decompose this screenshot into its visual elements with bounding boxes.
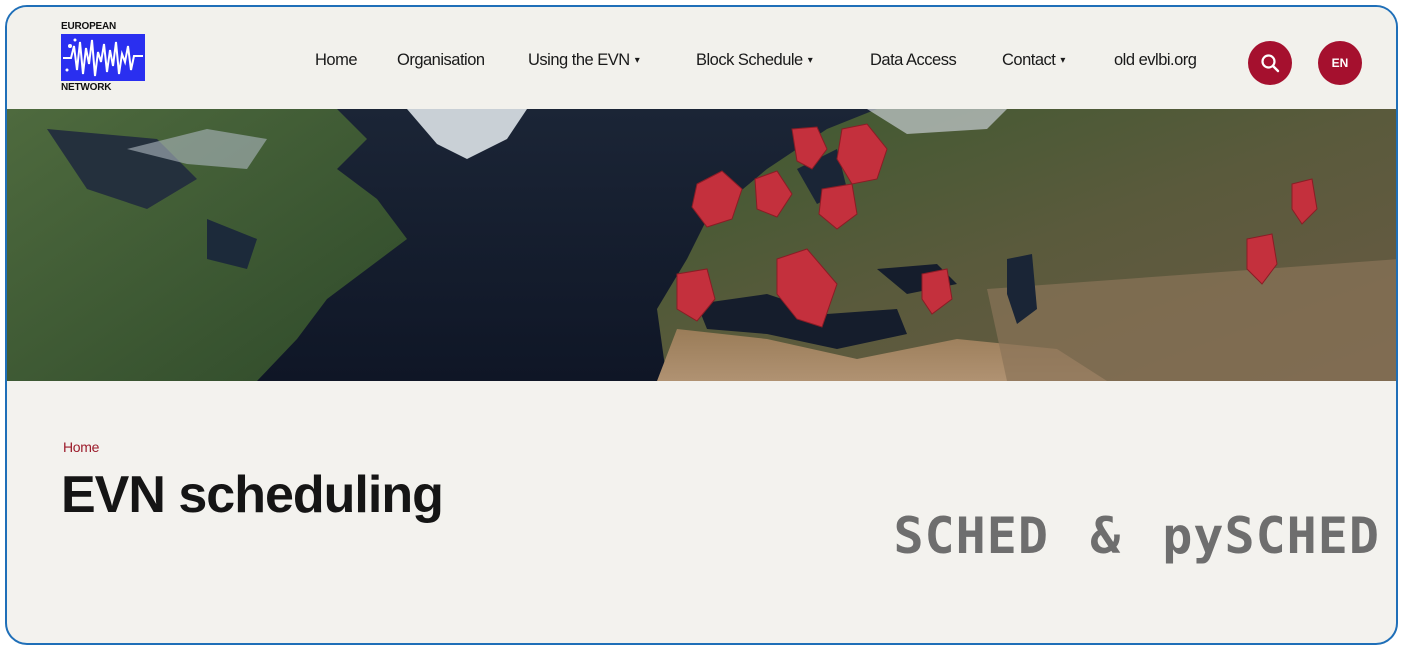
chevron-down-icon: ▾ <box>634 55 640 67</box>
nav-using-the-evn-label: Using the EVN <box>528 51 630 69</box>
page-title: EVN scheduling <box>61 466 444 524</box>
language-button[interactable]: EN <box>1318 41 1362 85</box>
logo-top-text: EUROPEAN <box>61 21 117 32</box>
nav-contact[interactable]: Contact ▾ <box>1002 51 1065 70</box>
search-button[interactable] <box>1248 41 1292 85</box>
logo-bottom-text: NETWORK <box>61 82 112 93</box>
telescope-map-banner <box>7 109 1396 381</box>
breadcrumb-home[interactable]: Home <box>63 439 99 455</box>
nav-home[interactable]: Home <box>315 51 358 70</box>
nav-data-access-label: Data Access <box>870 51 957 69</box>
main-nav: Home Organisation Using the EVN ▾ Block S… <box>7 51 1396 75</box>
nav-using-the-evn[interactable]: Using the EVN ▾ <box>528 51 640 70</box>
language-label: EN <box>1331 56 1349 70</box>
search-icon <box>1261 54 1280 73</box>
satellite-map-image <box>7 109 1396 381</box>
nav-contact-label: Contact <box>1002 51 1056 69</box>
nav-block-schedule-label: Block Schedule <box>696 51 803 69</box>
nav-organisation-label: Organisation <box>397 51 485 69</box>
nav-old-evlbi-label: old evlbi.org <box>1114 51 1197 69</box>
nav-block-schedule[interactable]: Block Schedule ▾ <box>696 51 813 70</box>
nav-organisation[interactable]: Organisation <box>397 51 485 70</box>
sched-pysched-graphic: SCHED & pySCHED <box>893 507 1380 565</box>
chevron-down-icon: ▾ <box>807 55 813 67</box>
nav-home-label: Home <box>315 51 358 69</box>
nav-data-access[interactable]: Data Access <box>870 51 957 70</box>
nav-old-evlbi[interactable]: old evlbi.org <box>1114 51 1197 70</box>
site-header: EUROPEAN NETWORK Home Organisation Using… <box>7 7 1396 109</box>
browser-frame: EUROPEAN NETWORK Home Organisation Using… <box>5 5 1398 645</box>
chevron-down-icon: ▾ <box>1060 55 1065 67</box>
